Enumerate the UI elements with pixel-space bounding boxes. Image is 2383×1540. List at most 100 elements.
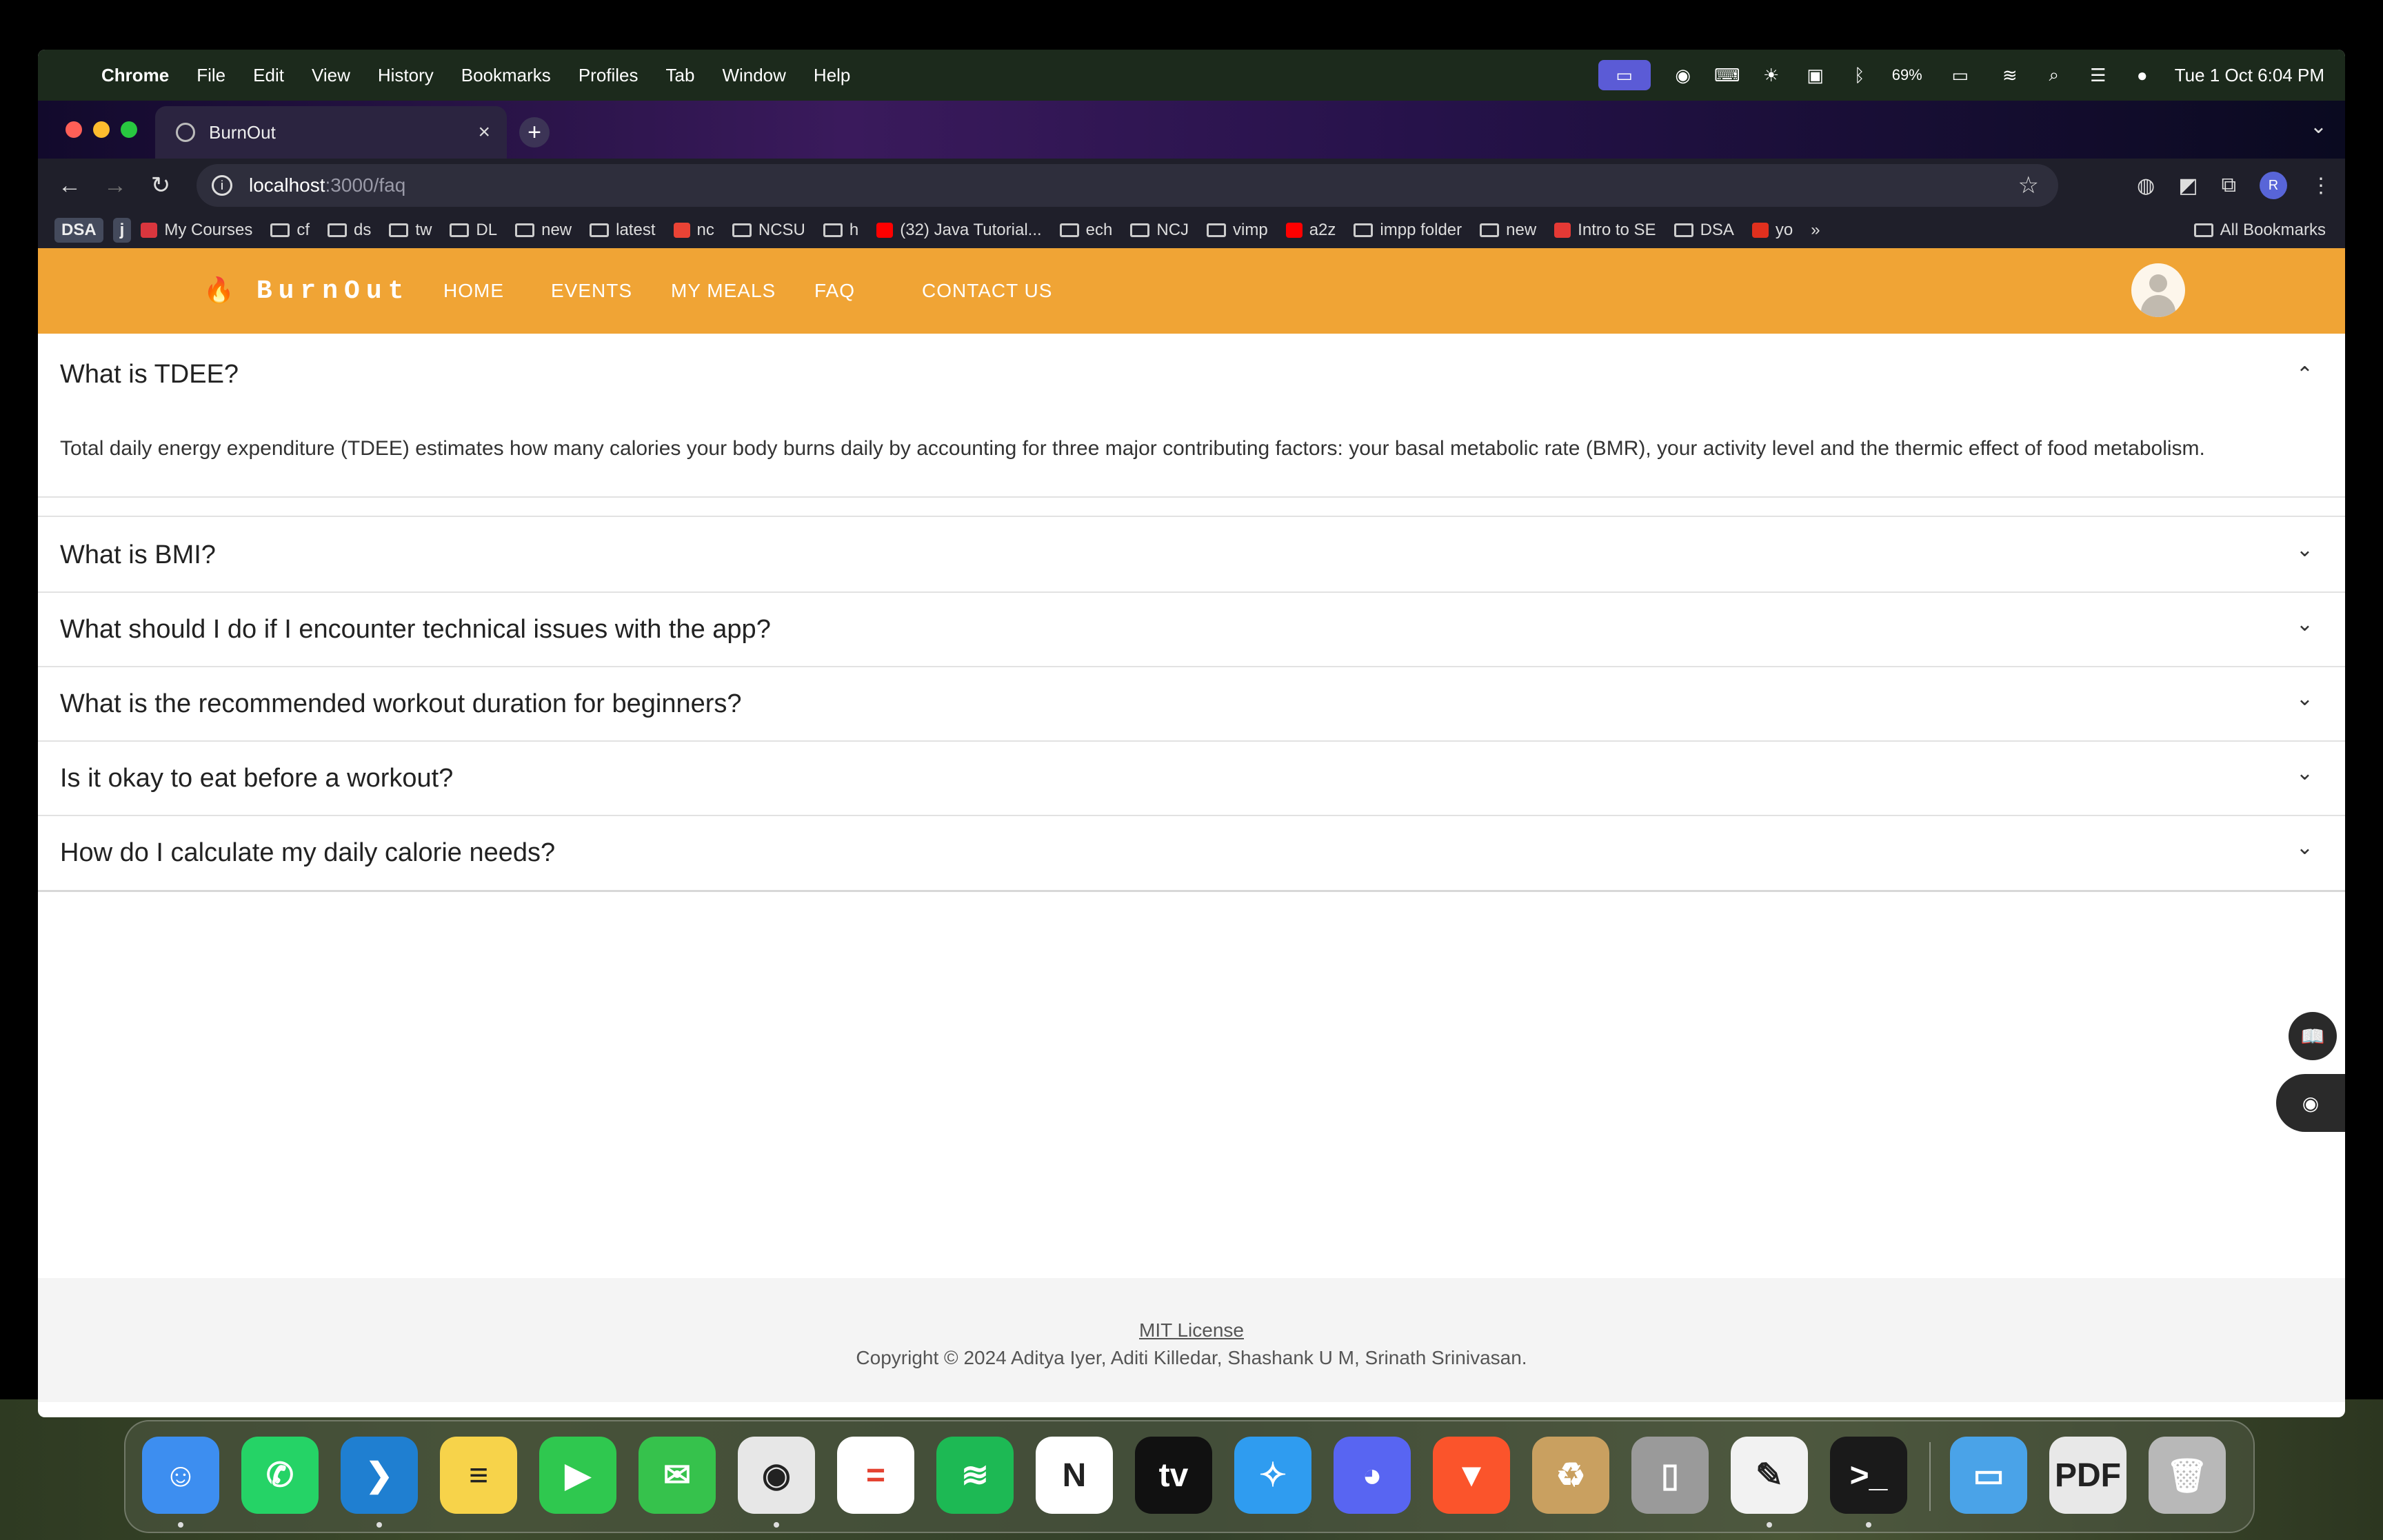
dock-iphone-mirroring-icon[interactable]: ▯	[1631, 1437, 1709, 1514]
new-tab-button[interactable]: +	[519, 117, 550, 148]
bookmark-item[interactable]: (32) Java Tutorial...	[876, 221, 1042, 240]
bookmark-badge[interactable]: j	[112, 218, 132, 243]
faq-question[interactable]: How do I calculate my daily calorie need…	[60, 838, 555, 868]
bookmark-item[interactable]: vimp	[1207, 221, 1268, 240]
bookmark-star-icon[interactable]: ☆	[2018, 172, 2039, 199]
chevron-down-icon[interactable]: ⌄	[2296, 612, 2313, 636]
faq-item-bmi[interactable]: What is BMI? ⌄	[38, 518, 2345, 593]
dock-pdf-document-icon[interactable]: PDF	[2049, 1437, 2126, 1514]
menu-help[interactable]: Help	[814, 65, 850, 86]
dock-spotify-icon[interactable]: ≋	[936, 1437, 1014, 1514]
chevron-down-icon[interactable]: ⌄	[2296, 761, 2313, 785]
bookmark-item[interactable]: Intro to SE	[1554, 221, 1656, 240]
bookmarks-overflow-icon[interactable]: »	[1811, 221, 1820, 240]
window-minimize-button[interactable]	[93, 121, 110, 138]
extension-icon[interactable]: ◩	[2178, 174, 2198, 198]
bookmark-item[interactable]: yo	[1751, 221, 1793, 240]
dock-notion-icon[interactable]: N	[1036, 1437, 1113, 1514]
dock-terminal-icon[interactable]: >_	[1830, 1437, 1907, 1514]
dock-brave-icon[interactable]: ▼	[1433, 1437, 1510, 1514]
dock-notes-icon[interactable]: ≡	[440, 1437, 517, 1514]
menu-history[interactable]: History	[378, 65, 434, 86]
menu-tab[interactable]: Tab	[666, 65, 695, 86]
faq-question[interactable]: What is BMI?	[60, 540, 216, 570]
dock-discord-icon[interactable]: ◕	[1334, 1437, 1411, 1514]
user-avatar[interactable]	[2131, 263, 2185, 317]
menu-profiles[interactable]: Profiles	[579, 65, 639, 86]
reload-icon[interactable]: ↻	[147, 172, 174, 199]
battery-icon[interactable]: ▭	[1943, 65, 1978, 85]
menu-view[interactable]: View	[312, 65, 350, 86]
faq-question[interactable]: Is it okay to eat before a workout?	[60, 764, 453, 793]
dock-messages-icon[interactable]: ✉	[639, 1437, 716, 1514]
siri-icon[interactable]: ●	[2131, 65, 2154, 85]
dock-chrome-icon[interactable]: ◉	[738, 1437, 815, 1514]
dock-todoist-icon[interactable]: =	[837, 1437, 914, 1514]
dock-apple-tv-icon[interactable]: tv	[1135, 1437, 1212, 1514]
menu-app-name[interactable]: Chrome	[101, 65, 169, 86]
faq-item-calorie-needs[interactable]: How do I calculate my daily calorie need…	[38, 816, 2345, 892]
window-zoom-button[interactable]	[121, 121, 137, 138]
extension-icon[interactable]: ◍	[2137, 174, 2155, 198]
bookmark-item[interactable]: nc	[673, 221, 714, 240]
dock-facetime-icon[interactable]: ▶	[539, 1437, 616, 1514]
menu-bookmarks[interactable]: Bookmarks	[461, 65, 551, 86]
bookmark-item[interactable]: new	[515, 221, 572, 240]
menu-window[interactable]: Window	[722, 65, 785, 86]
nav-events[interactable]: EVENTS	[551, 248, 632, 334]
faq-question[interactable]: What should I do if I encounter technica…	[60, 615, 771, 645]
reader-mode-book-icon[interactable]: 📖	[2289, 1012, 2337, 1060]
extensions-puzzle-icon[interactable]: ⧉	[2222, 174, 2236, 197]
chevron-down-icon[interactable]: ⌄	[2296, 538, 2313, 562]
dock-safari-icon[interactable]: ✧	[1234, 1437, 1311, 1514]
window-close-button[interactable]	[66, 121, 82, 138]
nav-faq[interactable]: FAQ	[814, 248, 855, 334]
bookmark-item[interactable]: a2z	[1285, 221, 1336, 240]
dock-whatsapp-icon[interactable]: ✆	[241, 1437, 319, 1514]
mit-license-link[interactable]: MIT License	[38, 1319, 2345, 1341]
bookmark-item[interactable]: latest	[590, 221, 656, 240]
address-bar[interactable]: i localhost:3000/faq ☆	[197, 164, 2058, 207]
control-center-icon[interactable]: ☰	[2087, 65, 2110, 85]
chevron-down-icon[interactable]: ⌄	[2296, 687, 2313, 711]
bookmark-item[interactable]: DSA	[1673, 221, 1734, 240]
faq-question[interactable]: What is the recommended workout duration…	[60, 689, 742, 719]
faq-question[interactable]: What is TDEE?	[60, 360, 239, 389]
nav-contact-us[interactable]: CONTACT US	[922, 248, 1052, 334]
dock-recycle-app-icon[interactable]: ♻	[1532, 1437, 1609, 1514]
forward-arrow-icon[interactable]: →	[101, 172, 129, 199]
bookmark-item[interactable]: NCJ	[1130, 221, 1189, 240]
dock-files-folder-icon[interactable]: ▭	[1950, 1437, 2027, 1514]
bookmark-item[interactable]: ech	[1059, 221, 1112, 240]
faq-item-tdee[interactable]: What is TDEE? ⌃ Total daily energy expen…	[38, 334, 2345, 498]
dock-trash-icon[interactable]: 🗑	[2149, 1437, 2226, 1514]
assistant-globe-icon[interactable]: ◉	[2276, 1074, 2345, 1132]
menubar-clock[interactable]: Tue 1 Oct 6:04 PM	[2175, 65, 2324, 86]
bookmark-badge[interactable]: DSA	[54, 218, 103, 243]
dock-vscode-icon[interactable]: ❯	[341, 1437, 418, 1514]
all-bookmarks[interactable]: All Bookmarks	[2193, 221, 2326, 240]
site-brand[interactable]: 🔥 BurnOut	[203, 248, 410, 334]
bluetooth-icon[interactable]: ᛒ	[1848, 65, 1871, 85]
keyboard-icon[interactable]: ⌨	[1714, 65, 1740, 85]
bookmark-item[interactable]: tw	[389, 221, 432, 240]
dock-textedit-icon[interactable]: ✎	[1731, 1437, 1808, 1514]
menu-file[interactable]: File	[197, 65, 225, 86]
chrome-menu-icon[interactable]: ⋮	[2311, 174, 2331, 198]
tab-burnout[interactable]: BurnOut ×	[155, 106, 507, 159]
brightness-icon[interactable]: ☀	[1760, 65, 1783, 85]
dock-finder-icon[interactable]: ☺	[142, 1437, 219, 1514]
nav-my-meals[interactable]: MY MEALS	[671, 248, 776, 334]
bookmark-item[interactable]: cf	[270, 221, 310, 240]
nav-home[interactable]: HOME	[443, 248, 504, 334]
bookmark-item[interactable]: new	[1480, 221, 1536, 240]
chevron-down-icon[interactable]: ⌄	[2296, 835, 2313, 860]
record-icon[interactable]: ◉	[1671, 65, 1695, 85]
bookmark-item[interactable]: ds	[328, 221, 371, 240]
faq-item-eat-before-workout[interactable]: Is it okay to eat before a workout? ⌄	[38, 742, 2345, 816]
bookmark-item[interactable]: DL	[450, 221, 497, 240]
screen-mirroring-icon[interactable]: ▭	[1598, 60, 1651, 90]
bookmark-item[interactable]: NCSU	[732, 221, 805, 240]
bookmark-item[interactable]: My Courses	[141, 221, 252, 240]
spotlight-search-icon[interactable]: ⌕	[2042, 64, 2066, 85]
